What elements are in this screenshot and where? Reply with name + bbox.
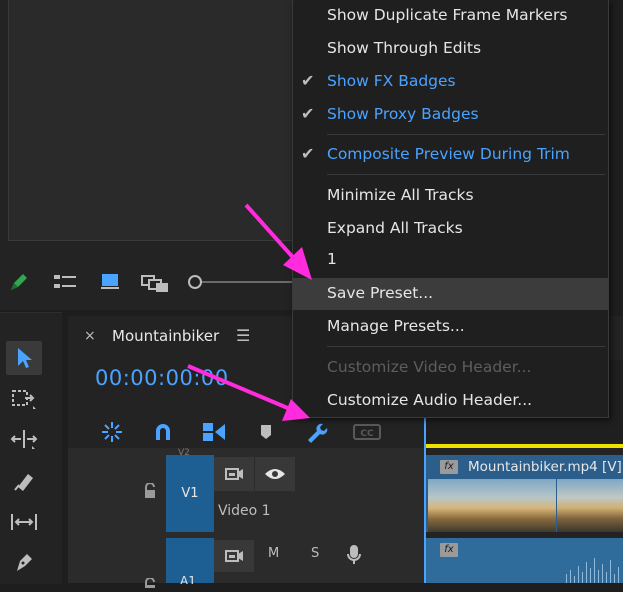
list-view-icon[interactable] [53, 270, 77, 294]
close-tab-icon[interactable]: × [84, 328, 96, 344]
menu-item-label: Show Duplicate Frame Markers [327, 6, 568, 24]
video-clip[interactable]: fx Mountainbiker.mp4 [V] [426, 455, 623, 532]
menu-item-label: Customize Video Header... [327, 358, 532, 376]
menu-item-label: Composite Preview During Trim [327, 145, 570, 163]
menu-item-composite-preview-during-trim[interactable]: ✔ Composite Preview During Trim [293, 139, 608, 171]
menu-item-label: Show FX Badges [327, 72, 456, 90]
clip-thumbnail [557, 479, 623, 532]
menu-item-label: Minimize All Tracks [327, 186, 474, 204]
menu-item-show-proxy-badges[interactable]: ✔ Show Proxy Badges [293, 99, 608, 131]
menu-item-show-duplicate-frame-markers[interactable]: Show Duplicate Frame Markers [293, 0, 608, 32]
audio-sync-lock-camera-icon[interactable] [214, 540, 254, 572]
razor-tool-icon[interactable] [6, 464, 42, 498]
lock-icon[interactable] [143, 482, 157, 503]
menu-item-customize-audio-header[interactable]: Customize Audio Header... [293, 385, 608, 417]
video-clip-name: Mountainbiker.mp4 [V] [468, 459, 622, 475]
menu-item-manage-presets[interactable]: Manage Presets... [293, 311, 608, 343]
v1-track-name[interactable]: Video 1 [218, 503, 271, 519]
nest-icon[interactable] [99, 420, 125, 444]
menu-separator [327, 346, 605, 347]
add-marker-icon[interactable] [253, 420, 279, 444]
audio-waveform [566, 558, 619, 583]
fx-badge: fx [440, 543, 458, 557]
ripple-edit-tool-icon[interactable] [6, 422, 42, 456]
menu-item-minimize-all-tracks[interactable]: Minimize All Tracks [293, 180, 608, 212]
audio-track-label: A1 [180, 573, 196, 587]
zoom-slider-track[interactable] [194, 281, 304, 283]
v1-track-target[interactable]: V1 [166, 455, 214, 532]
menu-item-label: Customize Audio Header... [327, 391, 533, 409]
menu-item-label: Save Preset... [327, 284, 434, 302]
timeline-settings-menu: Show Duplicate Frame Markers Show Throug… [292, 0, 609, 418]
selection-tool-icon[interactable] [6, 341, 42, 375]
source-monitor-frame [8, 0, 300, 241]
freeform-view-icon[interactable] [141, 270, 168, 294]
svg-text:CC: CC [360, 429, 374, 439]
menu-item-label: Manage Presets... [327, 317, 465, 335]
track-select-tool-icon[interactable] [6, 382, 42, 416]
playhead-line[interactable] [424, 418, 426, 583]
captions-icon[interactable]: CC [352, 420, 382, 444]
menu-item-customize-video-header: Customize Video Header... [293, 352, 608, 384]
voice-over-record-mic-icon[interactable] [346, 544, 362, 570]
timeline-settings-wrench-icon[interactable] [303, 420, 329, 444]
menu-item-expand-all-tracks[interactable]: Expand All Tracks [293, 213, 608, 245]
checkmark-icon: ✔ [301, 144, 315, 163]
toggle-track-output-eye-icon[interactable] [255, 457, 295, 491]
menu-item-preset-1[interactable]: 1 [293, 244, 608, 276]
audio-clip[interactable]: fx [426, 538, 623, 583]
toggle-sync-lock-camera-icon[interactable] [214, 457, 254, 491]
v1-track-label: V1 [181, 486, 199, 501]
timeline-tab-title[interactable]: Mountainbiker [112, 327, 219, 345]
video-clip-header: fx Mountainbiker.mp4 [V] [426, 455, 623, 479]
checkmark-icon: ✔ [301, 71, 315, 90]
icon-view-icon[interactable] [99, 270, 123, 294]
menu-separator [327, 134, 605, 135]
playhead-timecode[interactable]: 00:00:00:00 [95, 366, 229, 390]
menu-item-show-fx-badges[interactable]: ✔ Show FX Badges [293, 66, 608, 98]
menu-item-label: Expand All Tracks [327, 219, 463, 237]
mute-track-button[interactable]: M [268, 546, 279, 561]
menu-item-label: Show Proxy Badges [327, 105, 479, 123]
linked-selection-icon[interactable] [201, 420, 227, 444]
menu-item-show-through-edits[interactable]: Show Through Edits [293, 33, 608, 65]
checkmark-icon: ✔ [301, 104, 315, 123]
pencil-icon[interactable] [7, 270, 31, 294]
snap-magnet-icon[interactable] [150, 420, 176, 444]
solo-track-button[interactable]: S [311, 546, 319, 561]
pen-tool-icon[interactable] [6, 545, 42, 579]
zoom-slider-knob[interactable] [188, 275, 202, 289]
panel-menu-icon[interactable]: ☰ [236, 326, 250, 345]
work-area-bar[interactable] [425, 444, 623, 448]
menu-separator [327, 174, 605, 175]
menu-item-label: 1 [327, 250, 337, 268]
slip-tool-icon[interactable] [6, 505, 42, 539]
menu-item-save-preset[interactable]: Save Preset... [293, 278, 608, 310]
menu-item-label: Show Through Edits [327, 39, 482, 57]
fx-badge: fx [440, 460, 458, 474]
clip-thumbnail [428, 479, 556, 532]
